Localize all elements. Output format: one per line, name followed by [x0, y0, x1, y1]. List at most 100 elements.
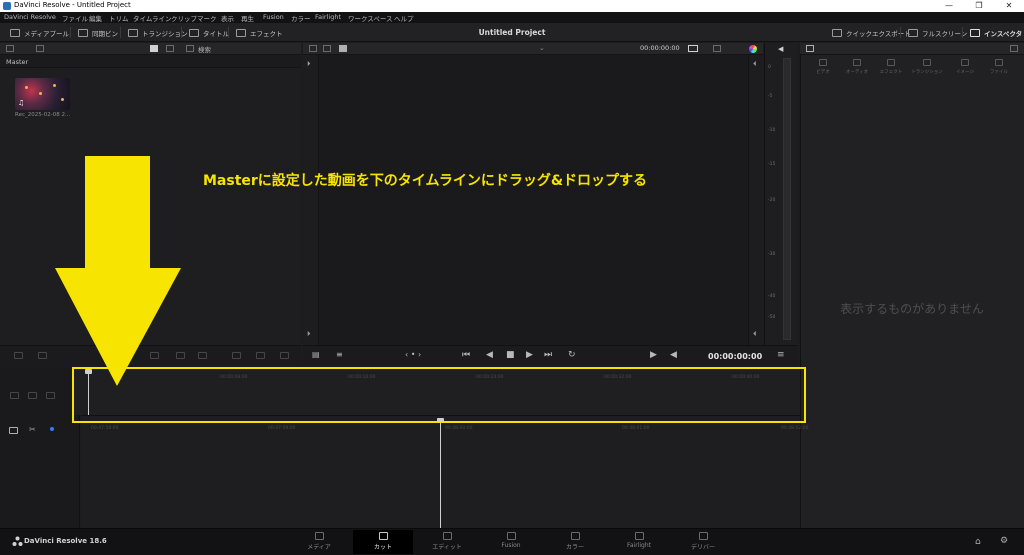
skip-to-start-icon[interactable]: ⏮	[462, 350, 470, 360]
fullscreen-label: フルスクリーン	[922, 30, 968, 38]
monitor-icon[interactable]	[688, 45, 698, 52]
ruler-timecode: 00:47:58:00	[91, 426, 119, 431]
inspector-button[interactable]: インスペクタ	[970, 27, 1022, 39]
source-overwrite-icon[interactable]	[256, 352, 265, 359]
skip-to-end-icon[interactable]: ⏭	[544, 350, 552, 360]
interface-toolbar: メディアプール 同期ビン トランジション タイトル エフェクト Untitled…	[0, 23, 1024, 42]
mark-out-icon[interactable]: ⏴	[753, 330, 757, 339]
append-icon[interactable]	[38, 352, 47, 359]
playback-mode-icon[interactable]: ▤	[312, 350, 320, 359]
track-color-indicator[interactable]	[50, 427, 54, 431]
fullscreen-icon	[908, 29, 918, 37]
page-fusion[interactable]: Fusion	[481, 530, 541, 554]
mark-out-icon[interactable]: ◀	[670, 350, 677, 360]
grid-view-icon[interactable]	[150, 45, 158, 52]
zoom-icon[interactable]	[713, 45, 721, 52]
page-edit[interactable]: エディット	[417, 530, 477, 554]
annotation-arrow-shape	[55, 156, 181, 386]
page-media[interactable]: メディア	[289, 530, 349, 554]
tab-audio[interactable]: オーディオ	[840, 59, 874, 75]
meter-scale-label: -10	[768, 128, 776, 133]
tab-file[interactable]: ファイル	[982, 59, 1016, 75]
quick-export-button[interactable]: クイックエクスポート	[832, 27, 911, 39]
place-on-top-icon[interactable]	[198, 352, 207, 359]
page-deliver[interactable]: デリバー	[673, 530, 733, 554]
ruler-timecode: 00:48:00:00	[445, 426, 473, 431]
tab-video[interactable]: ビデオ	[806, 59, 840, 75]
options-menu-icon[interactable]: ≡	[777, 350, 785, 360]
list-view-icon[interactable]	[166, 45, 174, 52]
menu-playback[interactable]: 再生	[241, 13, 254, 23]
menu-fusion[interactable]: Fusion	[263, 13, 284, 21]
viewer-canvas[interactable]	[303, 55, 763, 345]
playhead[interactable]	[440, 420, 441, 528]
fairlight-page-icon	[634, 532, 644, 540]
page-cut[interactable]: カット	[353, 530, 413, 554]
tab-transitions[interactable]: トランジション	[910, 59, 944, 75]
source-overwrite-icon[interactable]	[232, 352, 241, 359]
menu-mark[interactable]: マーク	[197, 13, 217, 23]
bin-list-icon[interactable]	[6, 45, 14, 52]
timeline-tool-icon[interactable]	[10, 392, 19, 399]
loop-icon[interactable]: ↻	[568, 350, 576, 360]
rewind-icon[interactable]: ◀	[486, 350, 493, 360]
source-overwrite-icon[interactable]	[280, 352, 289, 359]
menu-edit[interactable]: 編集	[89, 13, 102, 23]
gear-icon[interactable]: ⚙	[1000, 536, 1008, 546]
timeline-tool-icon[interactable]	[28, 392, 37, 399]
menu-davinci[interactable]: DaVinci Resolve	[4, 13, 56, 21]
menu-view[interactable]: 表示	[221, 13, 234, 23]
menu-fairlight[interactable]: Fairlight	[315, 13, 341, 21]
menu-help[interactable]: ヘルプ	[394, 13, 414, 23]
menu-file[interactable]: ファイル	[62, 13, 88, 23]
annotation-text: Masterに設定した動画を下のタイムラインにドラッグ&ドロップする	[203, 173, 648, 189]
minimize-button[interactable]: —	[934, 0, 964, 12]
bin-name[interactable]: Master	[6, 58, 28, 66]
thumbnail-light	[25, 86, 28, 89]
viewer-mode-icon[interactable]	[339, 45, 347, 52]
jog-wheel-icon[interactable]: ‹ • ›	[405, 350, 421, 359]
tab-video-label: ビデオ	[816, 70, 830, 75]
speaker-icon[interactable]: ◀	[778, 45, 783, 53]
close-button[interactable]: ✕	[994, 0, 1024, 12]
menu-timeline[interactable]: タイムライン	[133, 13, 172, 23]
bin-breadcrumb: Master	[0, 55, 301, 68]
mark-in-icon[interactable]: ⏵	[307, 330, 311, 339]
color-wheel-icon[interactable]	[749, 45, 757, 53]
menu-trim[interactable]: トリム	[109, 13, 129, 23]
media-page-icon	[314, 532, 324, 540]
home-icon[interactable]: ⌂	[975, 537, 981, 547]
audio-settings-icon[interactable]: ≡	[336, 350, 343, 359]
page-fairlight[interactable]: Fairlight	[609, 530, 669, 554]
menu-clip[interactable]: クリップ	[171, 13, 197, 23]
menu-color[interactable]: カラー	[291, 13, 311, 23]
mark-out-icon[interactable]: ⏴	[753, 60, 757, 69]
import-icon[interactable]	[36, 45, 44, 52]
page-color[interactable]: カラー	[545, 530, 605, 554]
mark-in-icon[interactable]: ▶	[650, 350, 657, 360]
mark-in-icon[interactable]: ⏵	[307, 60, 311, 69]
menu-workspace[interactable]: ワークスペース	[348, 13, 393, 23]
play-icon[interactable]: ▶	[526, 350, 533, 360]
maximize-button[interactable]: ❐	[964, 0, 994, 12]
timeline-tool-icon[interactable]	[46, 392, 55, 399]
clip-name[interactable]: Rec_2025-02-08 2...	[15, 112, 70, 118]
fullscreen-button[interactable]: フルスクリーン	[908, 27, 967, 39]
viewer-mode-icon[interactable]	[323, 45, 331, 52]
tab-image[interactable]: イメージ	[948, 59, 982, 75]
inspector-expand-icon[interactable]	[1010, 45, 1018, 52]
tab-effects[interactable]: エフェクト	[874, 59, 908, 75]
search-icon[interactable]	[186, 45, 194, 52]
media-pool-toolbar: 検索	[0, 43, 301, 55]
viewer-timecode: 00:00:00:00	[640, 44, 680, 52]
stop-icon[interactable]: ■	[506, 350, 515, 360]
smart-insert-icon[interactable]	[14, 352, 23, 359]
page-cut-label: カット	[373, 544, 392, 551]
search-label[interactable]: 検索	[198, 44, 211, 54]
audio-note-icon: ♫	[18, 99, 25, 107]
viewer-mode-icon[interactable]	[309, 45, 317, 52]
inspector-toggle-icon[interactable]	[806, 45, 814, 52]
scissors-icon[interactable]: ✂	[29, 425, 36, 434]
video-track-icon[interactable]	[9, 427, 18, 434]
chevron-down-icon[interactable]: ⌄	[539, 44, 545, 52]
